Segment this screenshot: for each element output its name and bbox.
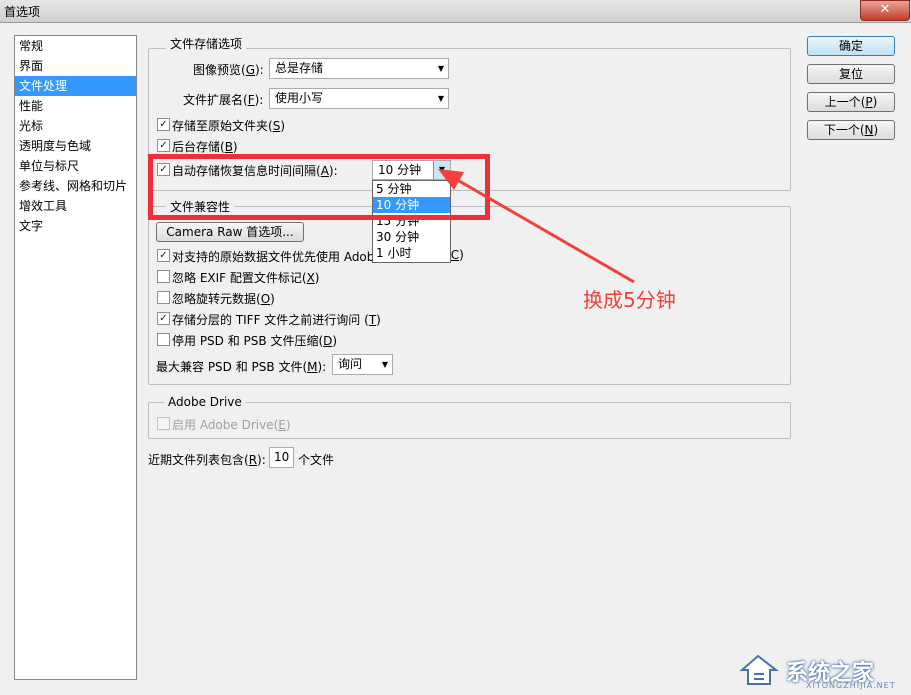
prefer-adobe-checkbox[interactable]: ✓ (157, 249, 170, 262)
save-original-label: 存储至原始文件夹(S) (172, 119, 285, 133)
sidebar-item-general[interactable]: 常规 (15, 36, 136, 56)
dropdown-arrow-icon: ▼ (381, 360, 388, 369)
disable-psd-compression-label: 停用 PSD 和 PSB 文件压缩(D) (172, 334, 338, 348)
enable-adobe-drive-checkbox[interactable] (157, 417, 170, 430)
ignore-rotation-checkbox[interactable] (157, 291, 170, 304)
max-compat-label: 最大兼容 PSD 和 PSB 文件(M): (156, 360, 327, 374)
image-preview-label: 图像预览(G): (193, 63, 264, 77)
max-compat-value: 询问 (338, 357, 363, 371)
ignore-exif-checkbox[interactable] (157, 270, 170, 283)
ignore-rotation-label: 忽略旋转元数据(O) (172, 292, 275, 306)
watermark-logo-icon (739, 654, 779, 685)
ask-tiff-checkbox[interactable]: ✓ (157, 312, 170, 325)
dropdown-arrow-icon: ▼ (437, 64, 444, 73)
prefer-adobe-label: 对支持的原始数据文件优先使用 Adob (172, 250, 375, 264)
window-title: 首选项 (4, 5, 41, 19)
ignore-exif-label: 忽略 EXIF 配置文件标记(X) (172, 271, 320, 285)
ask-tiff-label: 存储分层的 TIFF 文件之前进行询问 (T) (172, 313, 381, 327)
recent-files-value: 10 (274, 450, 290, 464)
extension-select[interactable]: 使用小写 ▼ (269, 88, 449, 109)
sidebar-item-file-handling[interactable]: 文件处理 (15, 76, 136, 96)
disable-psd-compression-checkbox[interactable] (157, 333, 170, 346)
max-compat-select[interactable]: 询问 ▼ (332, 354, 393, 375)
sidebar-item-type[interactable]: 文字 (15, 216, 136, 236)
adobe-drive-title: Adobe Drive (164, 395, 246, 409)
sidebar-item-performance[interactable]: 性能 (15, 96, 136, 116)
category-list[interactable]: 常规 界面 文件处理 性能 光标 透明度与色域 单位与标尺 参考线、网格和切片 … (14, 35, 137, 680)
annotation-arrow-icon (438, 169, 635, 284)
watermark-subtext: XITONGZHIJIA.NET (806, 681, 896, 690)
reset-button[interactable]: 复位 (807, 64, 895, 84)
image-preview-select[interactable]: 总是存储 ▼ (269, 58, 449, 79)
recent-files-label: 近期文件列表包含(R): (148, 453, 266, 467)
extension-value: 使用小写 (275, 91, 324, 105)
sidebar-item-units[interactable]: 单位与标尺 (15, 156, 136, 176)
camera-raw-button[interactable]: Camera Raw 首选项... (156, 222, 304, 242)
dropdown-arrow-icon: ▼ (437, 94, 444, 103)
image-preview-value: 总是存储 (275, 61, 324, 75)
title-bar: 首选项 ✕ (0, 0, 911, 23)
background-save-label: 后台存储(B) (172, 140, 238, 154)
recent-files-input[interactable]: 10 (269, 447, 294, 468)
sidebar-item-plugins[interactable]: 增效工具 (15, 196, 136, 216)
annotation-text: 换成5分钟 (583, 288, 676, 312)
ok-button[interactable]: 确定 (807, 36, 895, 56)
sidebar-item-guides[interactable]: 参考线、网格和切片 (15, 176, 136, 196)
prev-button[interactable]: 上一个(P) (807, 92, 895, 112)
next-button[interactable]: 下一个(N) (807, 120, 895, 140)
sidebar-item-cursors[interactable]: 光标 (15, 116, 136, 136)
recent-files-suffix: 个文件 (298, 453, 335, 467)
close-icon: ✕ (879, 2, 891, 17)
save-original-checkbox[interactable]: ✓ (157, 118, 170, 131)
file-saving-title: 文件存储选项 (166, 35, 247, 52)
enable-adobe-drive-label: 启用 Adobe Drive(E) (172, 418, 291, 432)
sidebar-item-interface[interactable]: 界面 (15, 56, 136, 76)
extension-label: 文件扩展名(F): (183, 93, 264, 107)
close-button[interactable]: ✕ (860, 0, 910, 21)
background-save-checkbox[interactable]: ✓ (157, 139, 170, 152)
sidebar-item-transparency[interactable]: 透明度与色域 (15, 136, 136, 156)
